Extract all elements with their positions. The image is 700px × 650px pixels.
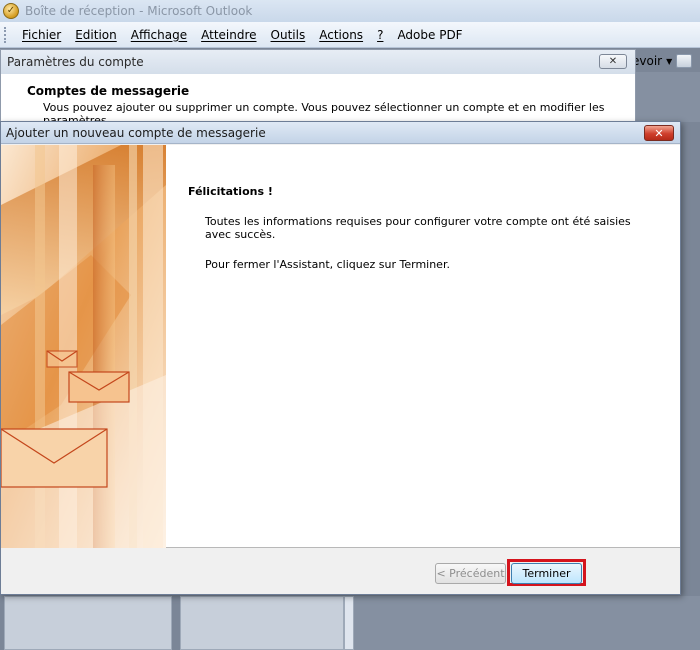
menu-actions[interactable]: Actions [312, 28, 370, 42]
add-account-wizard: Ajouter un nouveau compte de messagerie … [0, 121, 681, 595]
wizard-content: Félicitations ! Toutes les informations … [1, 145, 680, 548]
chevron-down-icon[interactable]: ▼ [666, 57, 672, 66]
previous-button[interactable]: < Précédent [435, 563, 506, 584]
menu-fichier[interactable]: Fichier [15, 28, 68, 42]
menu-outils[interactable]: Outils [264, 28, 313, 42]
close-icon[interactable]: ✕ [644, 125, 674, 141]
account-settings-title: Paramètres du compte [7, 55, 144, 69]
menu-adobe-pdf[interactable]: Adobe PDF [390, 28, 469, 42]
wizard-title-bar: Ajouter un nouveau compte de messagerie … [1, 122, 680, 144]
menu-atteindre[interactable]: Atteindre [194, 28, 263, 42]
background-pane-reading [354, 596, 700, 650]
menu-edition[interactable]: Edition [68, 28, 124, 42]
close-icon[interactable]: ✕ [599, 54, 627, 69]
menu-affichage[interactable]: Affichage [124, 28, 194, 42]
send-receive-label: evoir [632, 54, 663, 68]
toolbar-send-receive[interactable]: evoir ▼ [632, 50, 700, 72]
success-message: Toutes les informations requises pour co… [205, 215, 631, 241]
section-title: Comptes de messagerie [27, 84, 190, 98]
outlook-title-bar: ✓ Boîte de réception - Microsoft Outlook [0, 0, 700, 22]
account-settings-title-bar: Paramètres du compte ✕ [1, 50, 635, 74]
wizard-footer: < Précédent Terminer [1, 549, 680, 594]
window-title: Boîte de réception - Microsoft Outlook [25, 4, 253, 18]
account-settings-dialog: Paramètres du compte ✕ Comptes de messag… [0, 49, 636, 127]
congratulations-heading: Félicitations ! [188, 185, 273, 198]
account-settings-header: Comptes de messagerie Vous pouvez ajoute… [1, 74, 635, 127]
wizard-title: Ajouter un nouveau compte de messagerie [6, 125, 266, 140]
finish-button[interactable]: Terminer [511, 563, 582, 584]
menu-bar: Fichier Edition Affichage Atteindre Outi… [0, 22, 700, 48]
wizard-text-area: Félicitations ! Toutes les informations … [188, 185, 658, 271]
outlook-icon: ✓ [3, 3, 19, 19]
background-pane-navigation [4, 596, 172, 650]
wizard-side-illustration [1, 145, 166, 548]
menu-help[interactable]: ? [370, 28, 390, 42]
background-pane-message-list [180, 596, 344, 650]
background-pane-right-top [636, 72, 700, 122]
finish-instruction: Pour fermer l'Assistant, cliquez sur Ter… [205, 258, 450, 271]
send-receive-icon[interactable] [676, 54, 693, 68]
background-pane-splitter[interactable] [344, 596, 354, 650]
menu-grip[interactable] [4, 26, 7, 43]
